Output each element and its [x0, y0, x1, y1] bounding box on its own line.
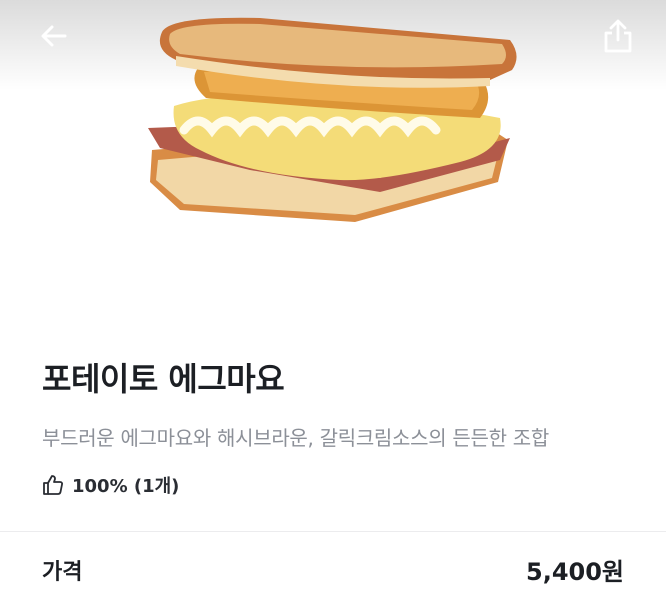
- price-value: 5,400원: [526, 558, 624, 586]
- thumbs-up-icon: [43, 475, 63, 495]
- product-title: 포테이토 에그마요: [42, 360, 285, 398]
- arrow-left-icon: [41, 25, 67, 47]
- share-icon: [604, 19, 632, 53]
- product-description: 부드러운 에그마요와 해시브라운, 갈릭크림소스의 든든한 조합: [42, 426, 549, 450]
- section-divider: [0, 531, 666, 532]
- back-button[interactable]: [32, 14, 76, 58]
- share-button[interactable]: [596, 14, 640, 58]
- rating-text: 100% (1개): [72, 476, 180, 497]
- product-image: [148, 17, 517, 222]
- rating-summary: 100% (1개): [42, 472, 179, 498]
- product-hero: [0, 0, 666, 320]
- price-row: 가격 5,400원: [42, 552, 624, 587]
- price-label: 가격: [42, 559, 83, 585]
